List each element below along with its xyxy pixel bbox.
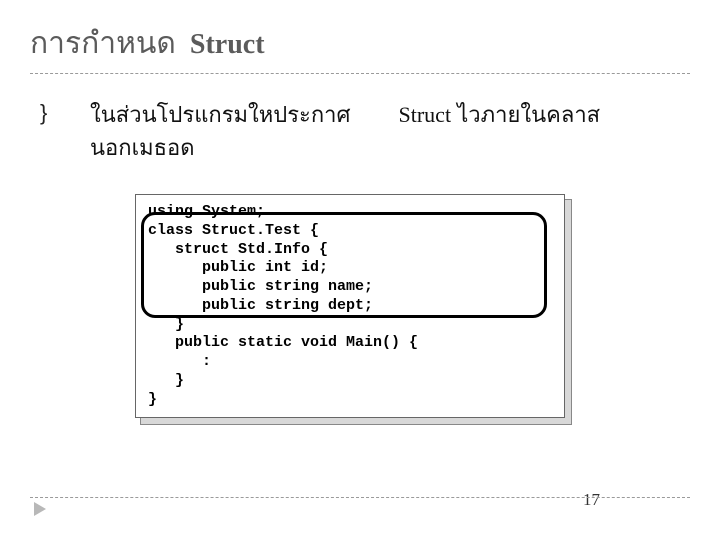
title-english: Struct [190, 29, 265, 61]
body-content: } ในส่วนโปรแกรมใหประกาศ Struct ไวภายในคลา… [30, 98, 690, 418]
code-l7: } [148, 316, 184, 333]
bullet-line1-en: Struct [399, 102, 452, 127]
bullet-item: } ในส่วนโปรแกรมใหประกาศ Struct ไวภายในคลา… [40, 98, 690, 164]
code-block: using System; class Struct.Test { struct… [135, 194, 565, 418]
code-l4: public int id; [148, 259, 328, 276]
code-l9: : [148, 353, 211, 370]
footer-row [30, 502, 690, 516]
code-l8: public static void Main() { [148, 334, 418, 351]
footer-divider [30, 497, 690, 498]
bullet-text: ในส่วนโปรแกรมใหประกาศStruct ไวภายในคลาส … [90, 98, 600, 164]
footer-arrow-icon [34, 502, 46, 516]
bullet-icon: } [40, 98, 60, 129]
code-l3: struct Std.Info { [148, 241, 328, 258]
title-divider [30, 73, 690, 74]
title-thai: การกำหนด [30, 20, 176, 67]
bullet-line2: นอกเมธอด [90, 135, 195, 160]
slide-title: การกำหนด Struct [30, 20, 690, 67]
bullet-line1-th: ไวภายในคลาส [457, 102, 600, 127]
footer [30, 497, 690, 516]
code-l10: } [148, 372, 184, 389]
code-l5: public string name; [148, 278, 373, 295]
code-l6: public string dept; [148, 297, 373, 314]
code-box: using System; class Struct.Test { struct… [135, 194, 565, 418]
slide: การกำหนด Struct } ในส่วนโปรแกรมใหประกาศ S… [0, 0, 720, 540]
bullet-line1-a: ในส่วนโปรแกรมใหประกาศ [90, 102, 351, 127]
code-l11: } [148, 391, 157, 408]
code-l1: using System; [148, 203, 265, 220]
code-l2: class Struct.Test { [148, 222, 319, 239]
